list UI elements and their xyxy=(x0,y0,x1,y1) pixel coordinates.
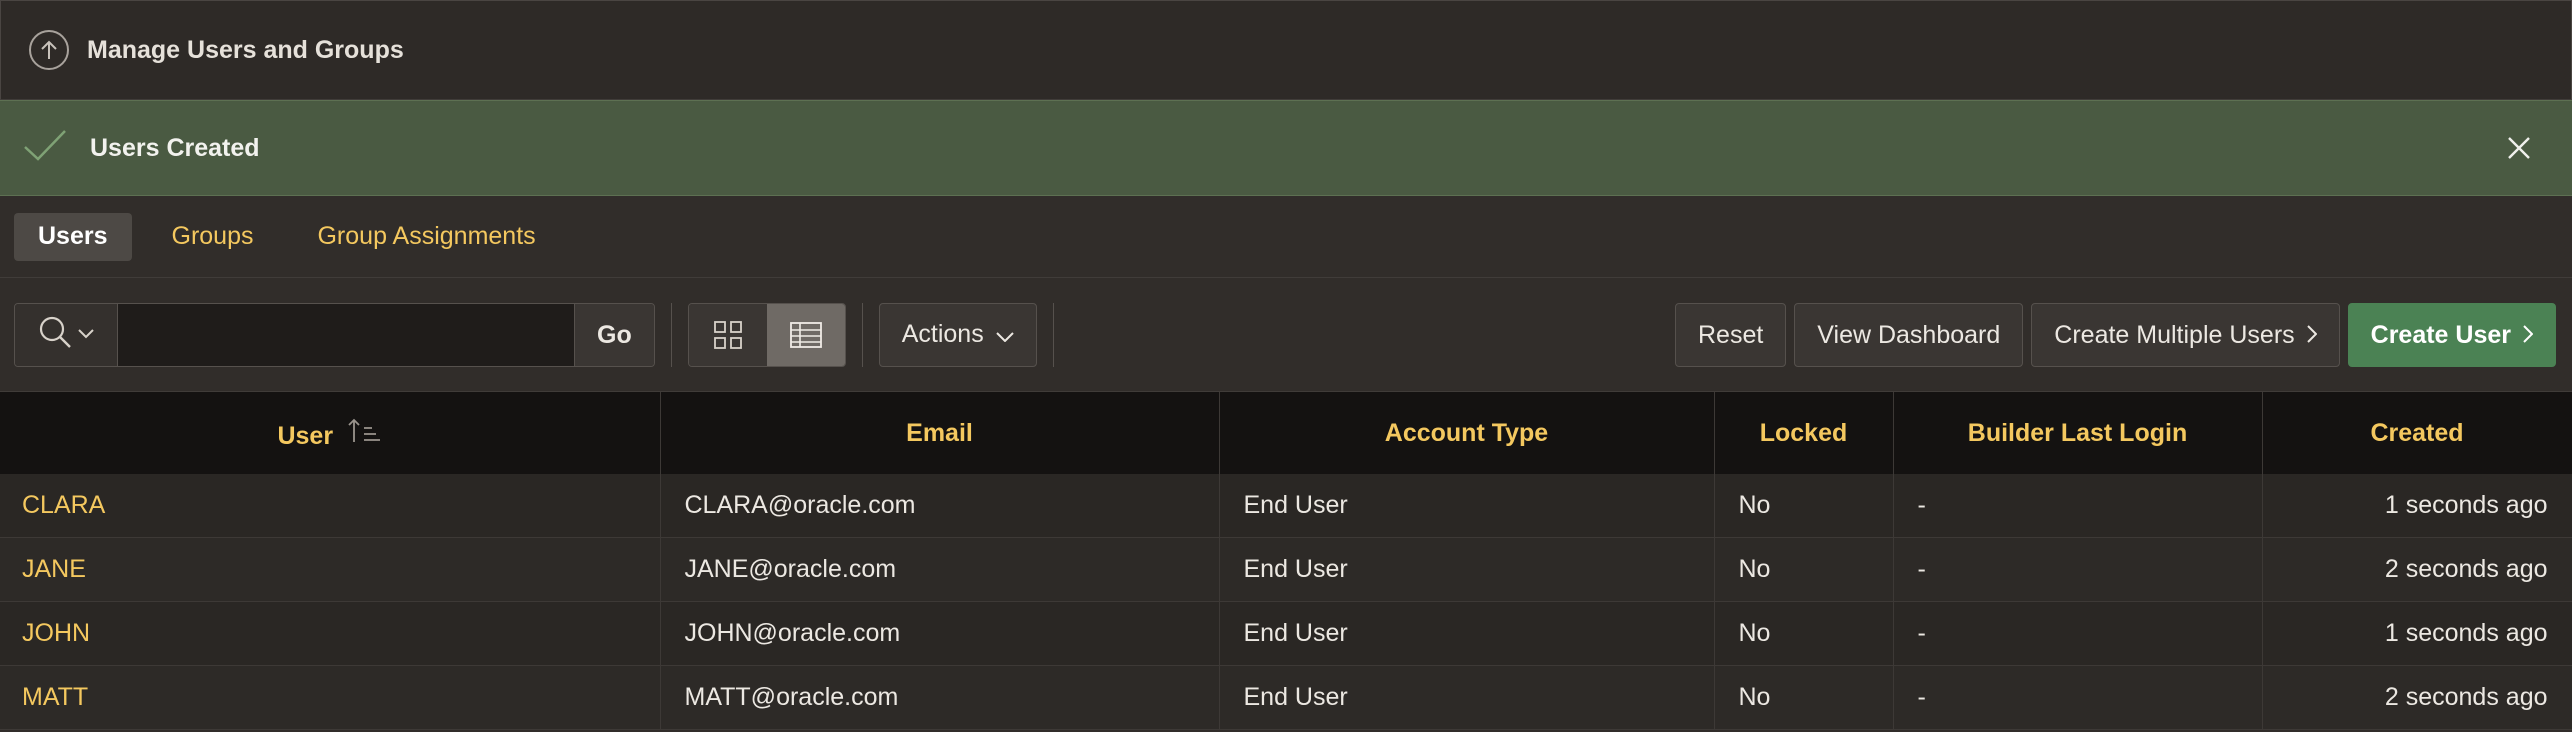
account-type-cell: End User xyxy=(1219,537,1715,602)
table-row: CLARA CLARA@oracle.com End User No - 1 s… xyxy=(0,474,2572,538)
search-group: Go xyxy=(14,302,655,367)
tab-group-assignments[interactable]: Group Assignments xyxy=(293,213,559,261)
column-header-created[interactable]: Created xyxy=(2262,392,2572,474)
locked-cell: No xyxy=(1714,474,1894,538)
user-link[interactable]: CLARA xyxy=(0,474,661,538)
last-login-cell: - xyxy=(1893,474,2263,538)
up-arrow-icon[interactable] xyxy=(29,30,69,70)
account-type-cell: End User xyxy=(1219,665,1715,730)
last-login-cell: - xyxy=(1893,601,2263,666)
column-header-builder-last-login[interactable]: Builder Last Login xyxy=(1893,392,2263,474)
chevron-right-icon xyxy=(2306,321,2318,350)
alert-message: Users Created xyxy=(90,133,260,162)
email-cell: JANE@oracle.com xyxy=(660,537,1220,602)
table-row: JOHN JOHN@oracle.com End User No - 1 sec… xyxy=(0,601,2572,666)
account-type-cell: End User xyxy=(1219,474,1715,538)
success-alert: Users Created xyxy=(0,100,2572,196)
tab-users[interactable]: Users xyxy=(14,212,132,261)
create-user-button[interactable]: Create User xyxy=(2347,303,2556,367)
chevron-down-icon xyxy=(78,326,94,344)
table-row: JANE JANE@oracle.com End User No - 2 sec… xyxy=(0,537,2572,602)
column-header-locked[interactable]: Locked xyxy=(1714,392,1894,474)
close-icon[interactable] xyxy=(2502,131,2536,165)
created-cell: 1 seconds ago xyxy=(2262,601,2572,666)
account-type-cell: End User xyxy=(1219,601,1715,666)
column-header-user[interactable]: User xyxy=(0,392,661,474)
table-icon xyxy=(789,321,822,348)
report-view-button[interactable] xyxy=(766,303,845,366)
user-link[interactable]: MATT xyxy=(0,665,661,730)
actions-label: Actions xyxy=(901,320,984,348)
check-icon xyxy=(22,128,68,169)
create-user-label: Create User xyxy=(2370,320,2511,349)
created-cell: 1 seconds ago xyxy=(2262,474,2572,538)
column-header-email[interactable]: Email xyxy=(660,392,1220,474)
report-toolbar: Go Actions Reset View Dashboard Create M… xyxy=(0,278,2572,392)
create-multiple-label: Create Multiple Users xyxy=(2054,320,2295,349)
last-login-cell: - xyxy=(1893,665,2263,730)
icon-view-button[interactable] xyxy=(688,303,767,366)
table-header-row: User Email Account Type Locked Builder L… xyxy=(0,392,2572,474)
locked-cell: No xyxy=(1714,601,1894,666)
table-row: MATT MATT@oracle.com End User No - 2 sec… xyxy=(0,665,2572,730)
region-header: Manage Users and Groups xyxy=(0,0,2572,100)
sort-ascending-icon xyxy=(346,418,382,450)
chevron-right-icon xyxy=(2523,321,2534,350)
view-toggle xyxy=(687,302,846,367)
create-multiple-users-button[interactable]: Create Multiple Users xyxy=(2031,303,2340,367)
page-title: Manage Users and Groups xyxy=(87,35,404,64)
toolbar-buttons: Reset View Dashboard Create Multiple Use… xyxy=(1674,303,2556,367)
users-table: User Email Account Type Locked Builder L… xyxy=(0,392,2572,730)
column-header-account-type[interactable]: Account Type xyxy=(1219,392,1715,474)
toolbar-divider xyxy=(1052,302,1054,367)
chevron-down-icon xyxy=(995,320,1014,349)
email-cell: JOHN@oracle.com xyxy=(660,601,1220,666)
view-dashboard-button[interactable]: View Dashboard xyxy=(1794,303,2024,367)
user-link[interactable]: JOHN xyxy=(0,601,661,666)
user-link[interactable]: JANE xyxy=(0,537,661,602)
created-cell: 2 seconds ago xyxy=(2262,665,2572,730)
email-cell: MATT@oracle.com xyxy=(660,665,1220,730)
locked-cell: No xyxy=(1714,537,1894,602)
toolbar-divider xyxy=(861,302,863,367)
grid-icon xyxy=(713,320,742,349)
search-icon xyxy=(38,315,72,354)
reset-button[interactable]: Reset xyxy=(1674,303,1787,367)
last-login-cell: - xyxy=(1893,537,2263,602)
locked-cell: No xyxy=(1714,665,1894,730)
email-cell: CLARA@oracle.com xyxy=(660,474,1220,538)
toolbar-divider xyxy=(670,302,672,367)
tab-groups[interactable]: Groups xyxy=(148,213,278,261)
column-header-label: User xyxy=(277,421,334,450)
search-column-selector[interactable] xyxy=(15,303,118,366)
created-cell: 2 seconds ago xyxy=(2262,537,2572,602)
go-button[interactable]: Go xyxy=(574,303,654,366)
tab-bar: Users Groups Group Assignments xyxy=(0,196,2572,278)
actions-menu-button[interactable]: Actions xyxy=(878,302,1037,367)
search-input[interactable] xyxy=(118,303,574,366)
